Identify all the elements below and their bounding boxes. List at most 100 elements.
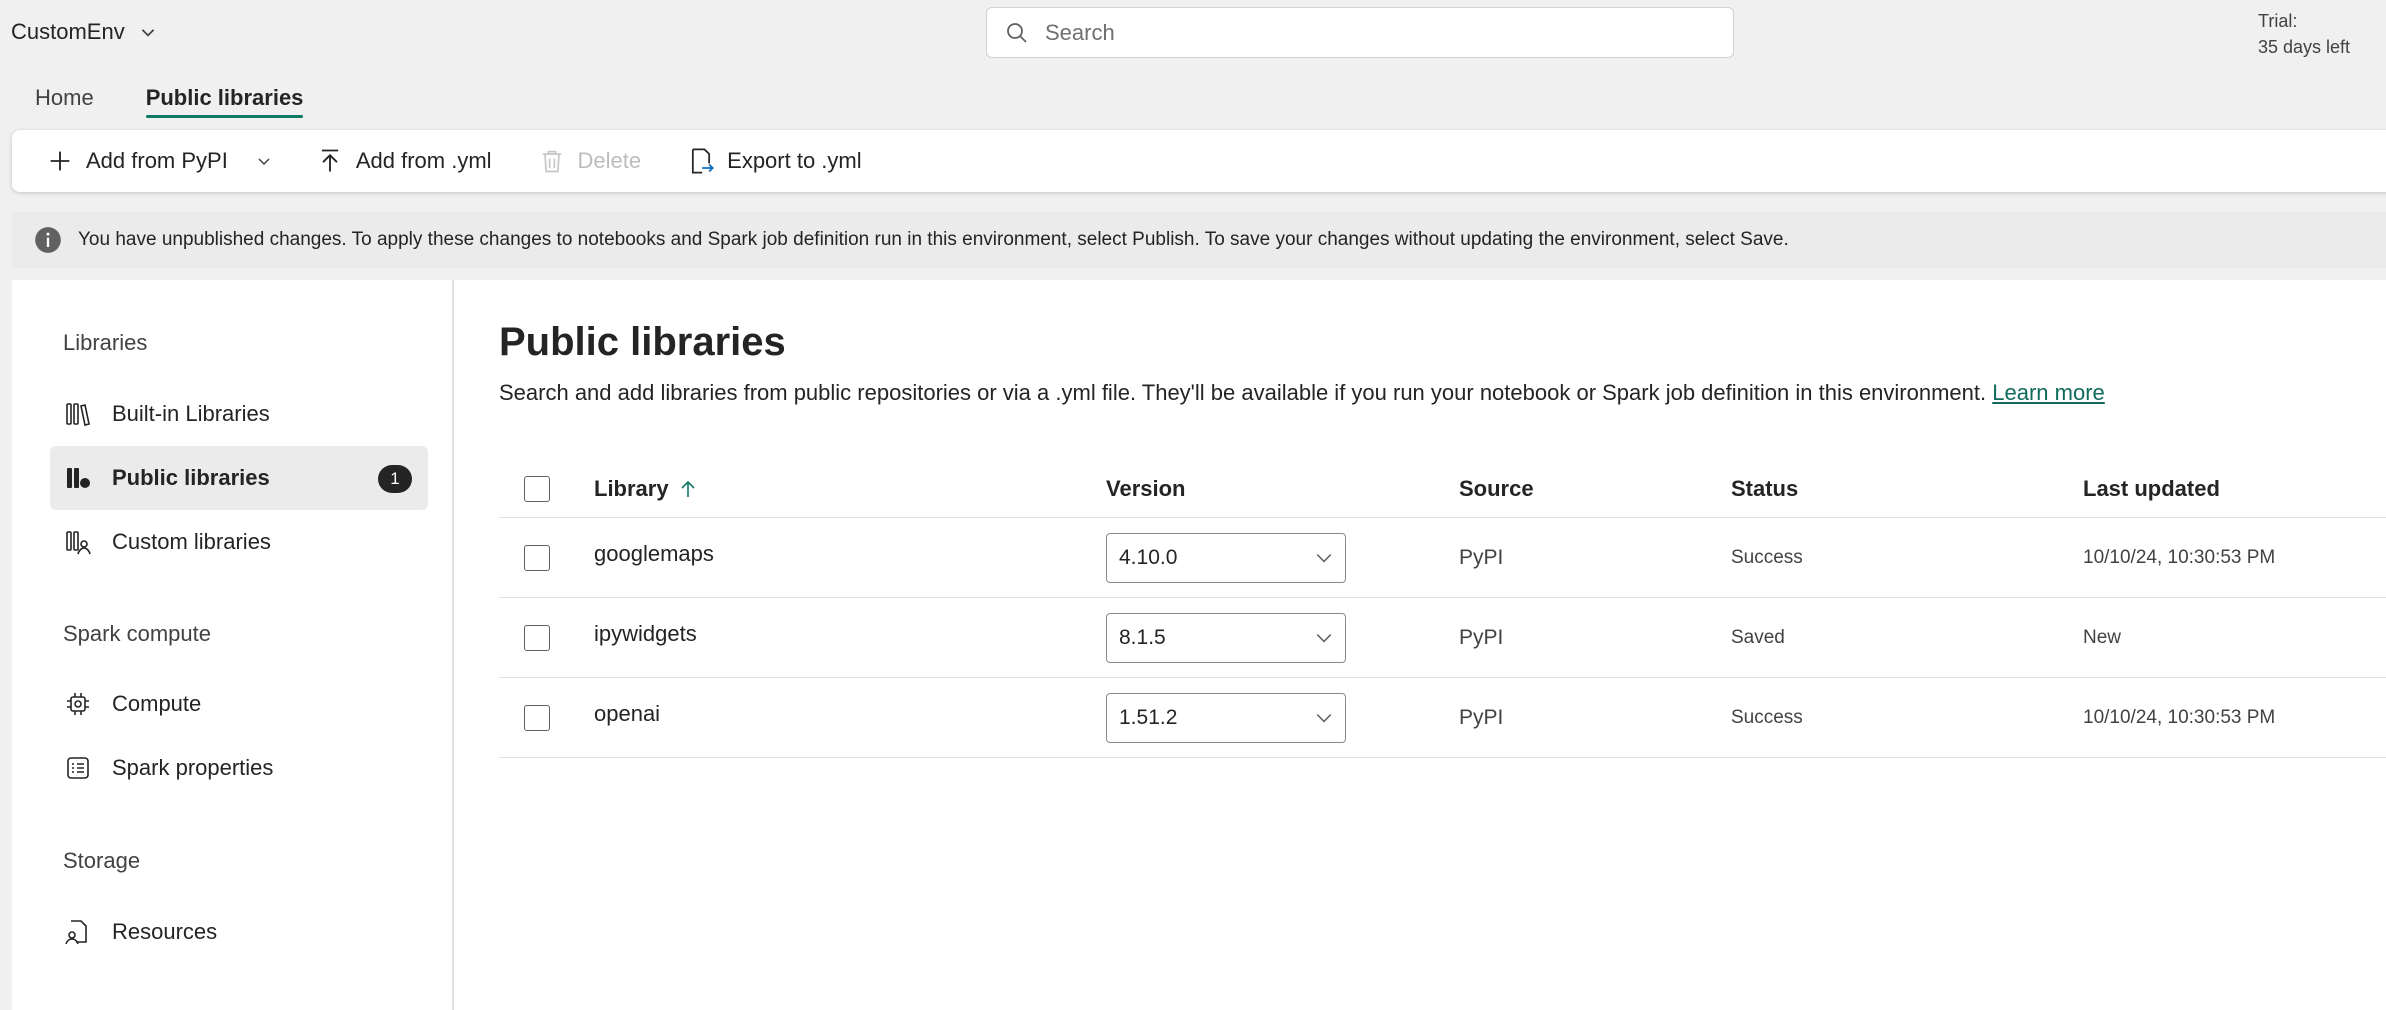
export-to-yml-button[interactable]: Export to .yml xyxy=(687,139,862,183)
page-title: Public libraries xyxy=(499,320,786,364)
table-row: openai 1.51.2 PyPI Success 10/10/24, 10:… xyxy=(499,678,2386,758)
sidebar-item-resources[interactable]: Resources xyxy=(50,900,428,964)
tab-bar: Home Public libraries xyxy=(0,72,320,124)
export-to-yml-label: Export to .yml xyxy=(727,148,862,173)
version-dropdown[interactable]: 4.10.0 xyxy=(1106,532,1346,583)
sidebar-item-label: Built-in Libraries xyxy=(112,401,270,426)
sidebar-item-spark-properties[interactable]: Spark properties xyxy=(50,736,428,800)
sidebar-item-label: Resources xyxy=(112,919,218,944)
info-icon xyxy=(35,227,61,253)
learn-more-link[interactable]: Learn more xyxy=(1992,380,2105,405)
sidebar-item-custom-libraries[interactable]: Custom libraries xyxy=(50,510,428,574)
plus-icon xyxy=(50,151,70,171)
trash-icon xyxy=(542,150,561,173)
column-header-status[interactable]: Status xyxy=(1731,460,1798,517)
table-row: ipywidgets 8.1.5 PyPI Saved New xyxy=(499,598,2386,678)
source-value: PyPI xyxy=(1459,705,1504,729)
row-checkbox[interactable] xyxy=(524,624,550,651)
version-value: 8.1.5 xyxy=(1119,625,1166,649)
sidebar-item-label: Public libraries xyxy=(112,465,270,490)
source-value: PyPI xyxy=(1459,545,1504,569)
add-from-pypi-label: Add from PyPI xyxy=(86,148,228,173)
status-value: Saved xyxy=(1731,626,1785,648)
chevron-down-icon xyxy=(1316,713,1332,722)
page-description: Search and add libraries from public rep… xyxy=(499,380,2105,406)
top-bar: CustomEnv Trial: 35 days left xyxy=(0,0,2386,64)
trial-status: Trial: 35 days left xyxy=(2258,8,2350,60)
search-input[interactable] xyxy=(1043,18,1683,47)
add-from-yml-label: Add from .yml xyxy=(355,148,492,173)
add-options-dropdown[interactable] xyxy=(256,139,276,183)
source-value: PyPI xyxy=(1459,625,1504,649)
row-checkbox-cell xyxy=(524,598,550,677)
custom-library-icon xyxy=(66,531,91,555)
column-header-last-updated[interactable]: Last updated xyxy=(2083,460,2220,517)
version-value: 1.51.2 xyxy=(1119,705,1178,729)
library-name: openai xyxy=(594,701,661,726)
last-updated-value: New xyxy=(2083,626,2122,648)
column-header-library[interactable]: Library xyxy=(594,460,697,517)
status-value: Success xyxy=(1731,706,1803,728)
chevron-down-icon xyxy=(141,29,154,37)
sidebar-section-storage: Storage xyxy=(63,848,141,873)
table-header-row: Library Version Source Status Last updat… xyxy=(499,460,2386,518)
tab-home[interactable]: Home xyxy=(18,72,111,124)
version-value: 4.10.0 xyxy=(1119,545,1178,569)
sidebar-section-spark-compute: Spark compute xyxy=(63,621,211,646)
column-header-version[interactable]: Version xyxy=(1106,460,1185,517)
search-icon xyxy=(1007,22,1027,43)
sidebar-item-built-in-libraries[interactable]: Built-in Libraries xyxy=(50,382,428,446)
description-text: Search and add libraries from public rep… xyxy=(499,380,1987,405)
library-name: ipywidgets xyxy=(594,621,697,646)
trial-label: Trial: xyxy=(2258,11,2298,31)
sidebar-item-compute[interactable]: Compute xyxy=(50,672,428,736)
public-library-icon xyxy=(67,468,90,488)
select-all-cell xyxy=(524,460,550,517)
document-person-icon xyxy=(65,920,87,945)
sidebar-section-libraries: Libraries xyxy=(63,330,148,355)
toolbar: Add from PyPI Add from .yml Delete Expor… xyxy=(12,130,2386,192)
column-header-library-label: Library xyxy=(594,475,669,501)
column-header-source[interactable]: Source xyxy=(1459,460,1534,517)
delete-label: Delete xyxy=(577,148,642,173)
count-badge: 1 xyxy=(378,465,412,493)
version-cell: 4.10.0 xyxy=(1106,518,1346,597)
chevron-down-icon xyxy=(1316,553,1332,562)
export-file-icon xyxy=(692,148,715,174)
version-dropdown[interactable]: 8.1.5 xyxy=(1106,612,1346,663)
version-cell: 1.51.2 xyxy=(1106,678,1346,757)
sidebar-item-label: Custom libraries xyxy=(112,529,271,554)
row-checkbox[interactable] xyxy=(524,704,550,731)
add-from-yml-button[interactable]: Add from .yml xyxy=(316,139,492,183)
library-name: googlemaps xyxy=(594,541,714,566)
add-from-pypi-button[interactable]: Add from PyPI xyxy=(46,139,228,183)
select-all-checkbox[interactable] xyxy=(524,475,550,502)
delete-button[interactable]: Delete xyxy=(538,139,642,183)
sidebar-item-public-libraries[interactable]: Public libraries 1 xyxy=(50,446,428,510)
tab-public-libraries[interactable]: Public libraries xyxy=(129,72,321,124)
workspace-switcher[interactable]: CustomEnv xyxy=(11,14,157,50)
trial-days-left: 35 days left xyxy=(2258,37,2351,57)
workspace-name: CustomEnv xyxy=(11,19,125,44)
upload-icon xyxy=(321,149,339,172)
version-dropdown[interactable]: 1.51.2 xyxy=(1106,692,1346,743)
chevron-down-icon xyxy=(258,158,270,166)
library-icon xyxy=(66,403,90,426)
sidebar-item-label: Spark properties xyxy=(112,755,274,780)
version-cell: 8.1.5 xyxy=(1106,598,1346,677)
chip-icon xyxy=(67,693,89,715)
last-updated-value: 10/10/24, 10:30:53 PM xyxy=(2083,706,2276,728)
search-box[interactable] xyxy=(986,7,1734,58)
row-checkbox[interactable] xyxy=(524,544,550,571)
main-panel: Libraries Built-in Libraries Public libr… xyxy=(12,280,2386,1010)
list-icon xyxy=(67,757,89,779)
status-value: Success xyxy=(1731,546,1803,568)
libraries-table: Library Version Source Status Last updat… xyxy=(499,460,2386,758)
sidebar: Libraries Built-in Libraries Public libr… xyxy=(12,280,454,1010)
unpublished-changes-banner: You have unpublished changes. To apply t… xyxy=(12,212,2386,268)
sort-ascending-icon xyxy=(681,480,695,497)
row-checkbox-cell xyxy=(524,518,550,597)
table-row: googlemaps 4.10.0 PyPI Success 10/10/24,… xyxy=(499,518,2386,598)
row-checkbox-cell xyxy=(524,678,550,757)
sidebar-item-label: Compute xyxy=(112,691,202,716)
